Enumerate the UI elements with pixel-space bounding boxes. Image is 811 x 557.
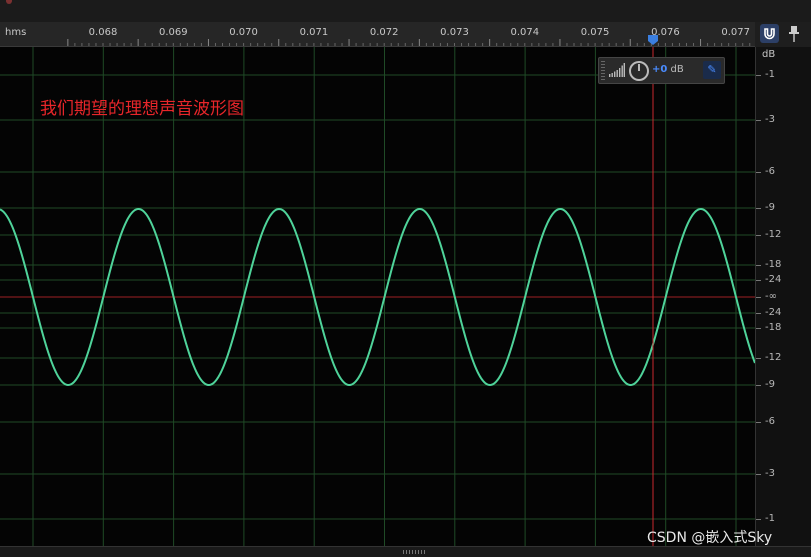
db-tick-label: -18 bbox=[765, 259, 782, 270]
db-tick-mark bbox=[756, 313, 761, 314]
db-tick-label: -24 bbox=[765, 307, 782, 318]
db-tick-mark bbox=[756, 297, 761, 298]
gain-readout[interactable]: +0 dB bbox=[652, 64, 684, 75]
db-tick-label: -24 bbox=[765, 274, 782, 285]
pin-icon[interactable] bbox=[788, 25, 800, 43]
db-tick-label: -6 bbox=[765, 416, 775, 427]
gain-value: +0 bbox=[652, 64, 668, 75]
db-tick-mark bbox=[756, 265, 761, 266]
ruler-tick-label: 0.074 bbox=[510, 27, 539, 38]
ruler-tick-label: 0.075 bbox=[581, 27, 610, 38]
waveform-display[interactable] bbox=[0, 47, 755, 546]
top-marker bbox=[6, 0, 12, 4]
gain-knob-icon[interactable] bbox=[629, 61, 649, 81]
waveform-canvas bbox=[0, 47, 755, 546]
db-tick-label: -18 bbox=[765, 322, 782, 333]
db-tick-label: -∞ bbox=[765, 291, 777, 302]
db-tick-mark bbox=[756, 519, 761, 520]
db-tick-mark bbox=[756, 385, 761, 386]
db-tick-label: -3 bbox=[765, 114, 775, 125]
gain-unit: dB bbox=[670, 64, 684, 75]
ruler-tick-label: 0.073 bbox=[440, 27, 469, 38]
db-tick-mark bbox=[756, 328, 761, 329]
playhead-marker-icon[interactable] bbox=[648, 35, 658, 45]
scroll-handle[interactable] bbox=[403, 550, 425, 554]
db-tick-mark bbox=[756, 235, 761, 236]
watermark: CSDN @嵌入式Sky bbox=[647, 530, 773, 546]
db-tick-mark bbox=[756, 358, 761, 359]
db-tick-label: -1 bbox=[765, 513, 775, 524]
db-tick-mark bbox=[756, 208, 761, 209]
ruler-unit-label: hms bbox=[5, 27, 27, 38]
db-tick-mark bbox=[756, 474, 761, 475]
right-toolbar bbox=[755, 22, 811, 47]
annotation-text: 我们期望的理想声音波形图 bbox=[40, 99, 244, 119]
ruler-tick-label: 0.072 bbox=[370, 27, 399, 38]
ruler-tick-label: 0.071 bbox=[300, 27, 329, 38]
db-tick-label: -1 bbox=[765, 69, 775, 80]
time-ruler[interactable]: hms 0.068 0.069 0.070 0.071 0.072 0.073 0.074 0… bbox=[0, 22, 755, 47]
gain-hud[interactable]: +0 dB ✎ bbox=[598, 57, 725, 84]
drag-grip-icon[interactable] bbox=[601, 61, 605, 80]
ruler-tick-label: 0.077 bbox=[721, 27, 750, 38]
db-tick-label: -9 bbox=[765, 379, 775, 390]
ruler-tick-label: 0.070 bbox=[229, 27, 258, 38]
hud-pin-icon[interactable]: ✎ bbox=[703, 61, 721, 79]
db-scale: dB -1 -3 -6 -9 -12 -18 -24 -∞ -24 -18 -12 -9 -6 -3 -1 bbox=[755, 47, 811, 546]
db-tick-mark bbox=[756, 422, 761, 423]
db-tick-label: -9 bbox=[765, 202, 775, 213]
db-unit-label: dB bbox=[762, 49, 776, 60]
db-tick-mark bbox=[756, 120, 761, 121]
top-panel-bar bbox=[0, 0, 811, 23]
magnet-icon[interactable] bbox=[760, 24, 779, 43]
horizontal-scrollbar[interactable] bbox=[0, 546, 811, 557]
db-tick-label: -12 bbox=[765, 229, 782, 240]
db-tick-mark bbox=[756, 280, 761, 281]
db-tick-mark bbox=[756, 75, 761, 76]
ruler-tick-label: 0.069 bbox=[159, 27, 188, 38]
signal-bars-icon bbox=[609, 63, 625, 77]
ruler-tick-label: 0.068 bbox=[89, 27, 118, 38]
ruler-ticks: 0.068 0.069 0.070 0.071 0.072 0.073 0.074 0.075… bbox=[67, 27, 751, 46]
db-tick-label: -3 bbox=[765, 468, 775, 479]
db-tick-label: -12 bbox=[765, 352, 782, 363]
db-tick-label: -6 bbox=[765, 166, 775, 177]
db-tick-mark bbox=[756, 172, 761, 173]
